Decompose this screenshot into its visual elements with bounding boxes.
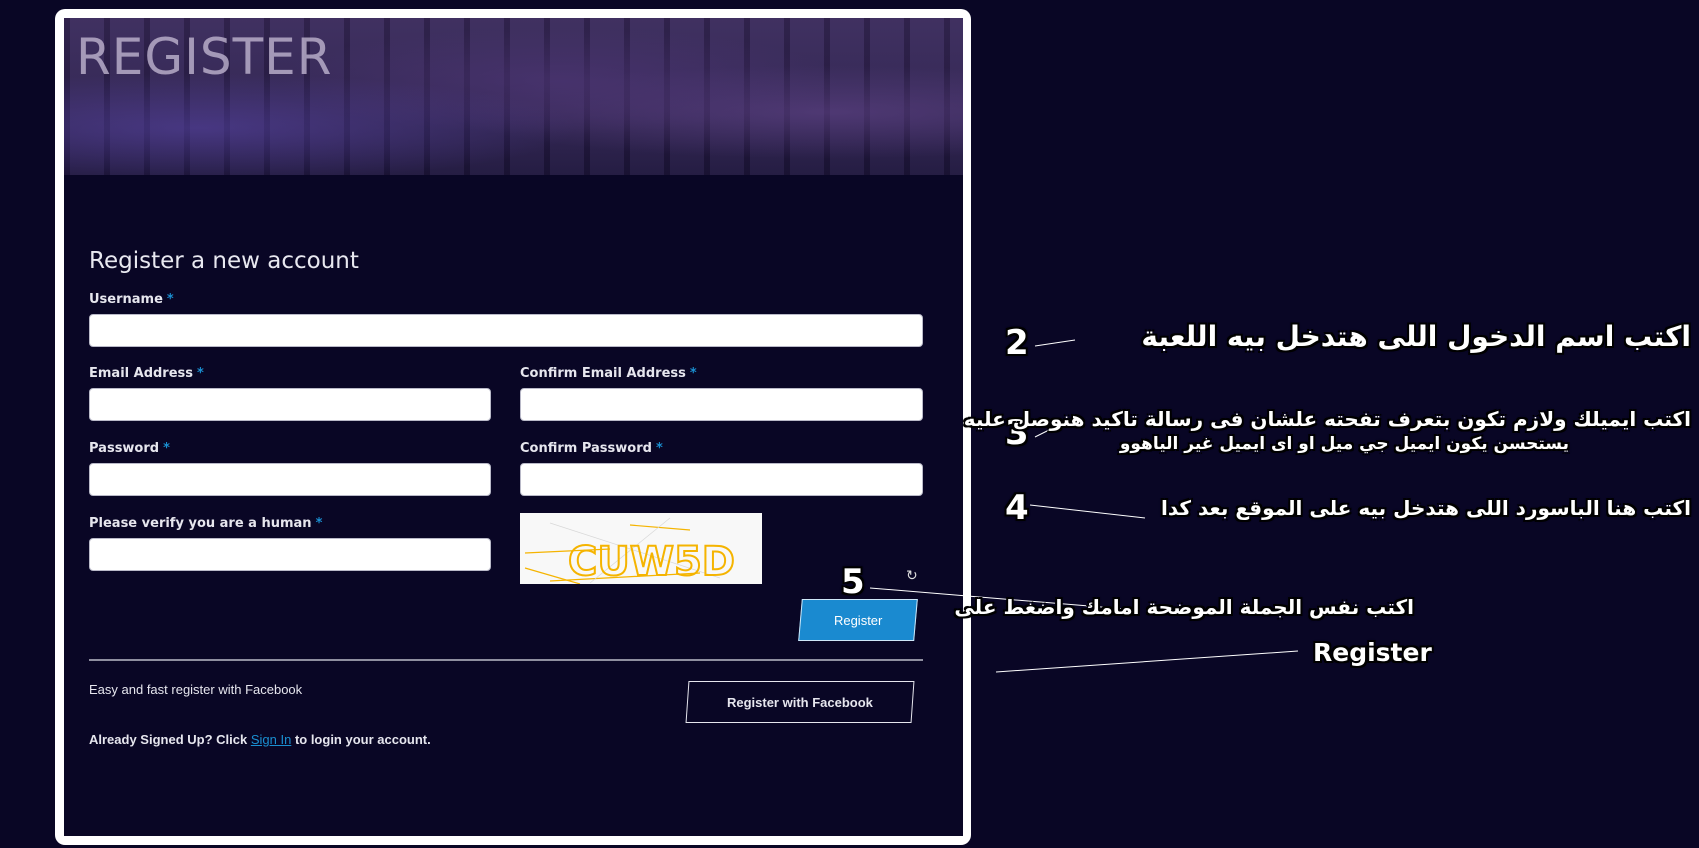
captcha-label-text: Please verify you are a human	[89, 516, 312, 531]
captcha-text: CUW5D	[568, 539, 735, 584]
required-marker: *	[163, 441, 170, 456]
captcha-image: CUW5D	[520, 513, 762, 584]
annotation-number-5: 5	[841, 562, 865, 602]
facebook-register-text: Easy and fast register with Facebook	[89, 682, 303, 697]
signin-prompt: Already Signed Up? Click Sign In to logi…	[89, 732, 431, 747]
password-input[interactable]	[89, 463, 491, 496]
captcha-label: Please verify you are a human *	[89, 516, 322, 531]
confirm-password-label-text: Confirm Password	[520, 441, 652, 456]
email-label-text: Email Address	[89, 366, 194, 381]
annotation-text-2: اكتب اسم الدخول اللى هتدخل بيه اللعبة	[1141, 320, 1691, 353]
confirm-password-input[interactable]	[520, 463, 923, 496]
password-label: Password *	[89, 441, 170, 456]
required-marker: *	[197, 366, 204, 381]
register-button[interactable]: Register	[798, 599, 918, 641]
banner-title: REGISTER	[76, 28, 333, 86]
required-marker: *	[166, 292, 174, 307]
annotation-text-4: اكتب هنا الباسورد اللى هتدخل بيه على الم…	[1161, 496, 1691, 520]
email-input[interactable]	[89, 388, 491, 421]
captcha-input[interactable]	[89, 538, 491, 571]
divider	[89, 659, 923, 661]
annotation-number-2: 2	[1005, 323, 1029, 363]
annotation-line-2	[1034, 339, 1076, 347]
annotation-subtext-3: يستحسن يكون ايميل جي ميل او اى ايميل غير…	[1119, 434, 1569, 454]
captcha-noise: CUW5D	[524, 517, 736, 584]
header-banner: REGISTER	[64, 18, 963, 175]
confirm-email-input[interactable]	[520, 388, 923, 421]
confirm-email-label-text: Confirm Email Address	[520, 366, 686, 381]
required-marker: *	[655, 441, 663, 456]
password-label-text: Password	[89, 441, 160, 456]
register-button-label: Register	[833, 612, 883, 628]
annotation-subtext-5: Register	[1313, 638, 1432, 667]
annotation-line-4	[1029, 504, 1146, 519]
annotation-line-register	[995, 650, 1299, 673]
required-marker: *	[689, 366, 697, 381]
register-panel: REGISTER Register a new account Username…	[55, 9, 971, 845]
refresh-captcha-button[interactable]: ↻	[906, 567, 918, 584]
annotation-number-4: 4	[1005, 488, 1029, 528]
refresh-icon: ↻	[906, 567, 918, 583]
annotation-text-3: اكتب ايميلك ولازم تكون بتعرف تفحته علشان…	[963, 407, 1691, 431]
required-marker: *	[315, 516, 323, 531]
email-label: Email Address *	[89, 366, 204, 381]
username-label-text: Username	[89, 292, 163, 307]
username-input[interactable]	[89, 314, 923, 347]
register-panel-inner: REGISTER Register a new account Username…	[64, 18, 963, 836]
signin-prefix: Already Signed Up? Click	[89, 732, 248, 747]
confirm-email-label: Confirm Email Address *	[520, 366, 697, 381]
confirm-password-label: Confirm Password *	[520, 441, 663, 456]
annotation-text-5: اكتب نفس الجملة الموضحة امامك واضغط على	[954, 595, 1414, 619]
form-heading: Register a new account	[89, 248, 359, 274]
signin-suffix: to login your account.	[294, 732, 431, 747]
facebook-button-label: Register with Facebook	[727, 694, 873, 710]
register-with-facebook-button[interactable]: Register with Facebook	[685, 681, 915, 723]
signin-link[interactable]: Sign In	[251, 732, 291, 747]
username-label: Username *	[89, 292, 174, 307]
